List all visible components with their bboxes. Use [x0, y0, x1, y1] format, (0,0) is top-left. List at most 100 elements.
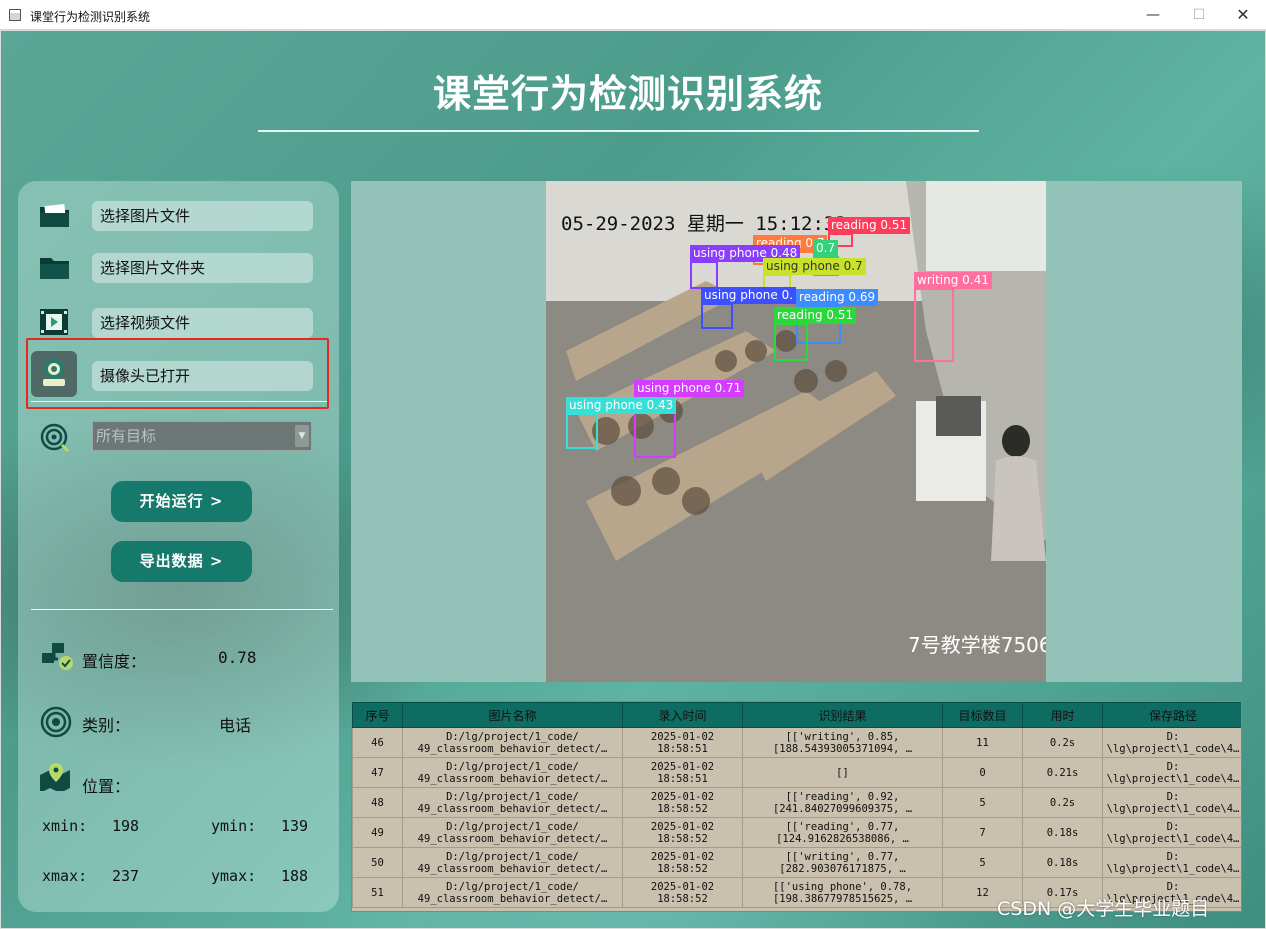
close-button[interactable]: ✕: [1220, 0, 1266, 30]
column-header[interactable]: 目标数目: [942, 702, 1023, 728]
control-panel: 选择图片文件 选择图片文件夹 选择视频文件 摄像头已打开 所有目标 ▼ 开始运行…: [18, 181, 339, 912]
table-cell: 7: [942, 817, 1023, 848]
table-cell: 49: [352, 817, 403, 848]
column-header[interactable]: 保存路径: [1102, 702, 1241, 728]
select-folder-button[interactable]: 选择图片文件夹: [92, 253, 313, 283]
column-header[interactable]: 用时: [1022, 702, 1103, 728]
table-cell: D:/lg/project/1_code/ 49_classroom_behav…: [402, 817, 623, 848]
class-label: 类别：: [82, 716, 131, 735]
table-cell: D: \lg\project\1_code\4…: [1102, 847, 1241, 878]
video-timestamp: 05-29-2023 星期一 15:12:33: [561, 213, 847, 235]
ymax-label: ymax:: [211, 867, 257, 885]
table-row[interactable]: 49 D:/lg/project/1_code/ 49_classroom_be…: [352, 817, 1241, 848]
table-cell: 2025-01-02 18:58:52: [622, 847, 743, 878]
class-icon: [40, 706, 74, 738]
confidence-icon: [40, 641, 74, 671]
column-header[interactable]: 录入时间: [622, 702, 743, 728]
select-image-button[interactable]: 选择图片文件: [92, 201, 313, 231]
table-cell: 0.2s: [1022, 727, 1103, 758]
table-cell: [['reading', 0.92, [241.84027099609375, …: [742, 787, 943, 818]
classroom-image: 05-29-2023 星期一 15:12:33 7号教学楼7506前 readi…: [546, 181, 1046, 682]
select-video-button[interactable]: 选择视频文件: [92, 308, 313, 338]
table-cell: D:/lg/project/1_code/ 49_classroom_behav…: [402, 787, 623, 818]
table-cell: 48: [352, 787, 403, 818]
table-cell: [['writing', 0.85, [188.54393005371094, …: [742, 727, 943, 758]
table-cell: []: [742, 757, 943, 788]
folder-icon: [38, 253, 72, 283]
maximize-button[interactable]: ☐: [1176, 0, 1222, 30]
table-cell: 0.2s: [1022, 787, 1103, 818]
table-cell: 46: [352, 727, 403, 758]
confidence-label: 置信度：: [82, 652, 147, 671]
table-cell: 2025-01-02 18:58:51: [622, 757, 743, 788]
table-row[interactable]: 50 D:/lg/project/1_code/ 49_classroom_be…: [352, 847, 1241, 878]
table-cell: 47: [352, 757, 403, 788]
table-cell: [['writing', 0.77, [282.903076171875, …: [742, 847, 943, 878]
table-header-row: 序号 图片名称 录入时间 识别结果 目标数目 用时 保存路径: [352, 702, 1241, 728]
target-icon: [40, 423, 74, 453]
table-cell: D:/lg/project/1_code/ 49_classroom_behav…: [402, 847, 623, 878]
table-cell: D: \lg\project\1_code\4…: [1102, 757, 1241, 788]
confidence-value: 0.78: [218, 648, 257, 667]
table-cell: 0: [942, 757, 1023, 788]
watermark: CSDN @大学生毕业题目: [997, 898, 1210, 920]
detection-box: reading 0.51: [774, 307, 857, 361]
detection-box: using phone 0.: [701, 287, 797, 329]
table-row[interactable]: 47 D:/lg/project/1_code/ 49_classroom_be…: [352, 757, 1241, 788]
table-cell: D: \lg\project\1_code\4…: [1102, 727, 1241, 758]
table-cell: D:/lg/project/1_code/ 49_classroom_behav…: [402, 877, 623, 908]
table-cell: 0.21s: [1022, 757, 1103, 788]
xmin-label: xmin:: [42, 817, 88, 835]
table-cell: 51: [352, 877, 403, 908]
app-icon: [9, 9, 21, 21]
target-select-value: 所有目标: [96, 427, 157, 445]
table-cell: D:/lg/project/1_code/ 49_classroom_behav…: [402, 727, 623, 758]
table-cell: 2025-01-02 18:58:52: [622, 787, 743, 818]
column-header[interactable]: 序号: [352, 702, 403, 728]
table-row[interactable]: 46 D:/lg/project/1_code/ 49_classroom_be…: [352, 727, 1241, 758]
app-main: 课堂行为检测识别系统 选择图片文件 选择图片文件夹 选择视频文件 摄像头已打开: [1, 31, 1265, 928]
highlight-box: [26, 338, 329, 409]
window-titlebar: 课堂行为检测识别系统 — ☐ ✕: [0, 0, 1266, 30]
ymin-value: 139: [281, 817, 309, 835]
class-value: 电话: [219, 716, 252, 735]
detection-box: using phone 0.43: [566, 397, 677, 449]
table-cell: D: \lg\project\1_code\4…: [1102, 787, 1241, 818]
results-table[interactable]: 序号 图片名称 录入时间 识别结果 目标数目 用时 保存路径 46 D:/lg/…: [351, 701, 1242, 912]
column-header[interactable]: 识别结果: [742, 702, 943, 728]
ymax-value: 188: [281, 867, 309, 885]
video-location: 7号教学楼7506前: [908, 633, 1046, 657]
info-divider: [31, 609, 333, 610]
xmax-value: 237: [112, 867, 140, 885]
table-row[interactable]: 48 D:/lg/project/1_code/ 49_classroom_be…: [352, 787, 1241, 818]
table-cell: 0.18s: [1022, 817, 1103, 848]
image-display-panel: 05-29-2023 星期一 15:12:33 7号教学楼7506前 readi…: [351, 181, 1242, 682]
table-cell: D: \lg\project\1_code\4…: [1102, 817, 1241, 848]
position-label: 位置：: [82, 777, 131, 796]
table-cell: [['using phone', 0.78, [198.386779785156…: [742, 877, 943, 908]
table-cell: 2025-01-02 18:58:52: [622, 877, 743, 908]
minimize-button[interactable]: —: [1130, 0, 1176, 30]
table-cell: D:/lg/project/1_code/ 49_classroom_behav…: [402, 757, 623, 788]
xmin-value: 198: [112, 817, 140, 835]
ymin-label: ymin:: [211, 817, 257, 835]
section-divider: [31, 401, 327, 402]
target-select[interactable]: 所有目标 ▼: [92, 421, 312, 451]
table-cell: 2025-01-02 18:58:51: [622, 727, 743, 758]
table-cell: 5: [942, 847, 1023, 878]
detection-box: using phone 0.48: [690, 245, 801, 289]
location-icon: [40, 761, 74, 793]
video-file-icon: [38, 307, 72, 337]
image-folder-icon: [38, 201, 72, 231]
xmax-label: xmax:: [42, 867, 88, 885]
table-cell: [['reading', 0.77, [124.9162826538086, …: [742, 817, 943, 848]
column-header[interactable]: 图片名称: [402, 702, 623, 728]
page-title: 课堂行为检测识别系统: [432, 72, 823, 116]
detection-box: writing 0.41: [914, 272, 992, 362]
window-title: 课堂行为检测识别系统: [30, 10, 151, 24]
table-cell: 50: [352, 847, 403, 878]
chevron-down-icon[interactable]: ▼: [295, 425, 309, 447]
export-button[interactable]: 导出数据 >: [111, 541, 252, 582]
start-button[interactable]: 开始运行 >: [111, 481, 252, 522]
table-cell: 5: [942, 787, 1023, 818]
